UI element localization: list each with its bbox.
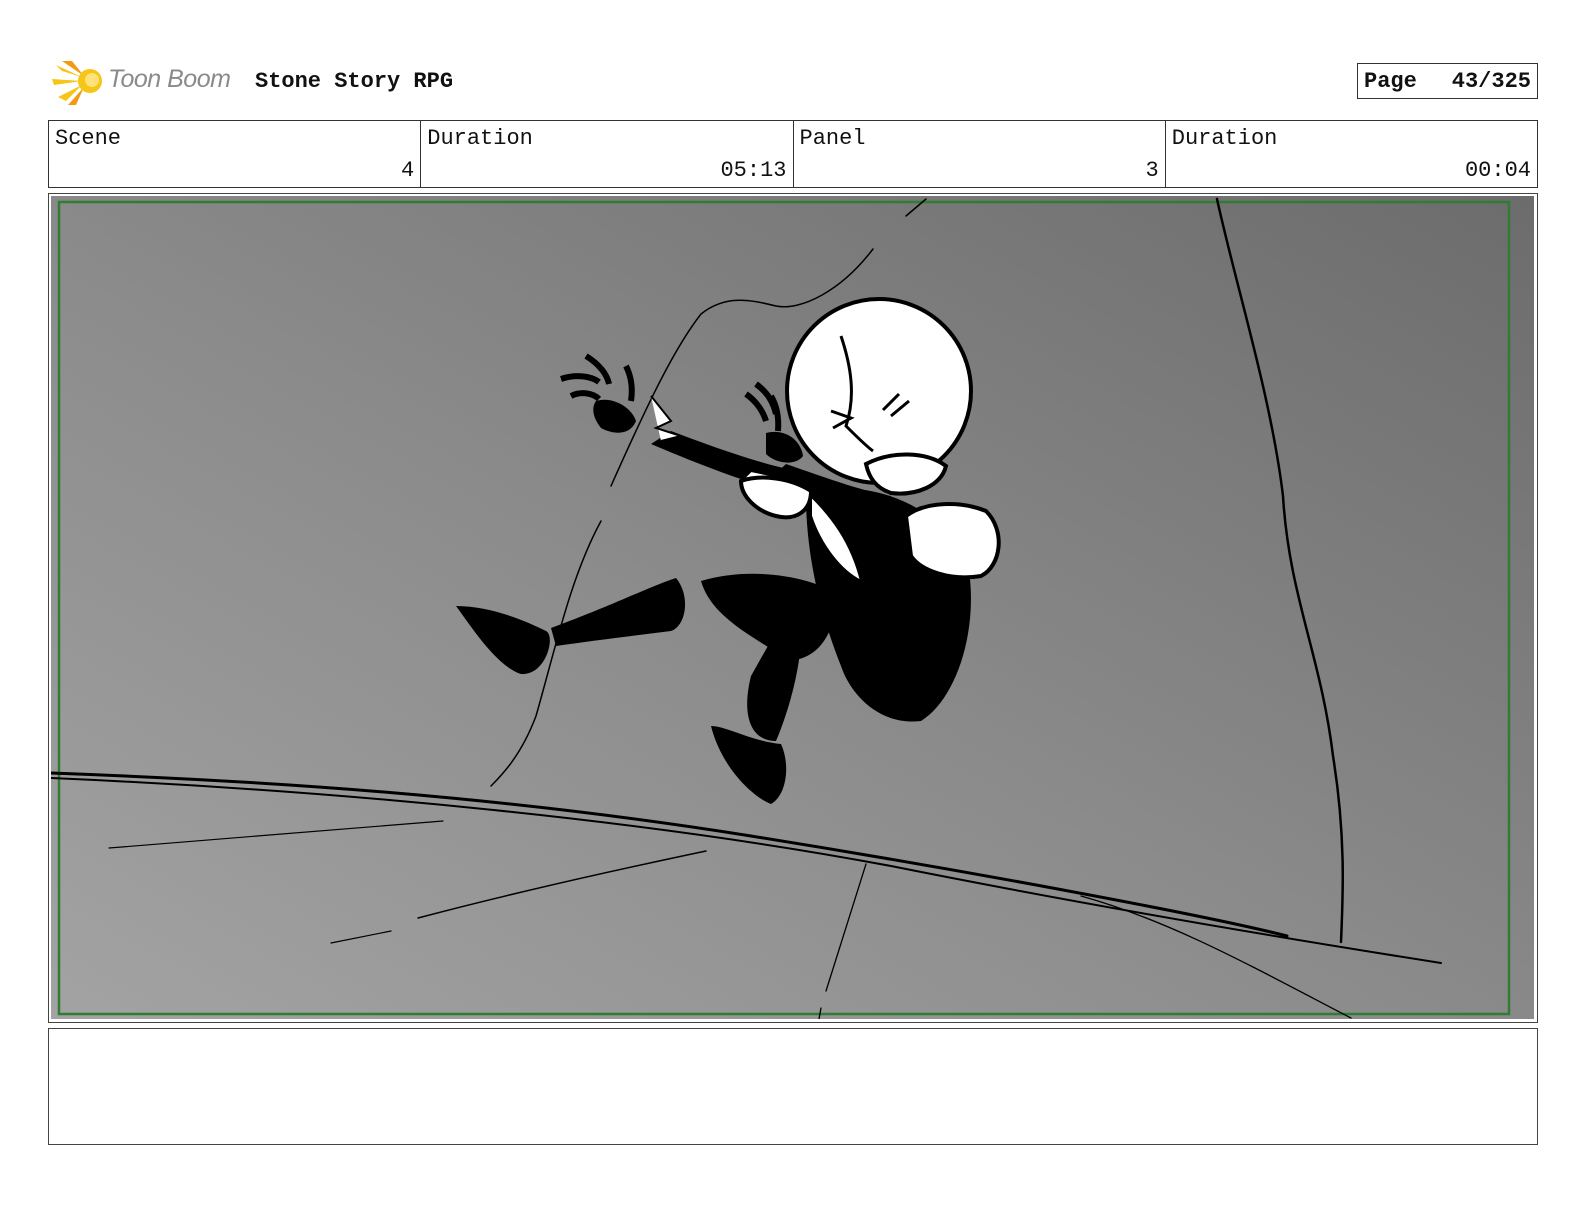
panel-duration-label: Duration <box>1171 126 1278 151</box>
storyboard-header: Toon Boom Stone Story RPG Page 43/325 <box>48 55 1538 111</box>
panel-value: 3 <box>1145 158 1159 183</box>
page-label: Page <box>1364 68 1417 94</box>
panel-duration-value: 00:04 <box>1464 158 1531 183</box>
scene-cell: Scene 4 <box>49 121 422 187</box>
head <box>785 297 973 485</box>
scene-value: 4 <box>401 158 415 183</box>
scene-duration-label: Duration <box>427 126 533 151</box>
panel-duration-cell: Duration 00:04 <box>1166 121 1537 187</box>
toon-boom-logo: Toon Boom <box>52 57 242 107</box>
panel-drawing <box>51 196 1534 1019</box>
panel-notes-box <box>48 1028 1538 1145</box>
panel-info-table: Scene 4 Duration 05:13 Panel 3 Duration … <box>48 120 1538 188</box>
scene-duration-cell: Duration 05:13 <box>421 121 794 187</box>
scene-duration-value: 05:13 <box>720 158 787 183</box>
page-number: 43/325 <box>1451 68 1531 94</box>
page-indicator: Page 43/325 <box>1357 63 1538 99</box>
shoulder-pad <box>903 502 1001 580</box>
starburst-logo-icon <box>52 61 102 105</box>
storyboard-panel <box>48 193 1538 1023</box>
scene-label: Scene <box>55 126 122 151</box>
panel-label: Panel <box>799 126 866 151</box>
project-title: Stone Story RPG <box>255 69 454 94</box>
brand-name: Toon Boom <box>108 65 231 93</box>
panel-cell: Panel 3 <box>794 121 1166 187</box>
